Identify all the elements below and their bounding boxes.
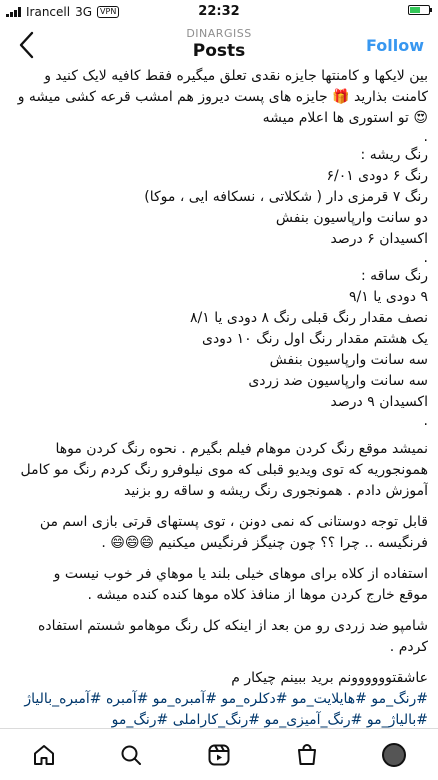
caption-line: کردم . — [389, 639, 428, 655]
caption-line: یک هشتم مقدار رنگ اول رنگ ۱۰ دودی — [201, 331, 428, 347]
caption-line: اکسیدان ۶ درصد — [330, 231, 428, 247]
hashtag-line[interactable]: #بالیاژ_مو #رنگ_آمیزی_مو #رنگ_کاراملی #ر… — [8, 710, 428, 729]
battery-level — [410, 7, 420, 13]
separator-dot: . — [423, 250, 428, 266]
caption-line: قابل توجه دوستانی که نمی دونن ، توی پسته… — [39, 514, 428, 530]
page-header: DINARGISS Posts Follow — [0, 24, 438, 66]
stem-section-title: رنگ ساقه : — [361, 268, 428, 284]
caption-line: همونجوریه که توی ویدیو قبلی که موی نیلوف… — [20, 462, 428, 478]
hashtag-line[interactable]: #رنگ_مو #هایلایت_مو #دکلره_مو #آمبره_مو … — [8, 689, 428, 710]
nav-search[interactable] — [111, 735, 151, 775]
bottom-nav — [0, 728, 438, 780]
caption-line: سه سانت وارپاسیون ضد زردی — [248, 373, 428, 389]
caption-line: رنگ ۶ دودی ۶/۰۱ — [326, 168, 428, 184]
nav-reels[interactable] — [199, 735, 239, 775]
nav-shop[interactable] — [287, 735, 327, 775]
caption-line: استفاده از کلاه برای موهای خیلی بلند یا … — [53, 566, 428, 582]
search-icon — [121, 745, 142, 765]
caption-line: نصف مقدار رنگ قبلی رنگ ۸ دودی یا ۸/۱ — [190, 310, 428, 326]
caption-line: ۹ دودی یا ۹/۱ — [349, 289, 428, 305]
profile-avatar — [382, 742, 407, 767]
caption-line: آموزش دادم . همونجوری رنگ ریشه و ساقه رو… — [123, 483, 428, 499]
status-time: 22:32 — [198, 4, 240, 19]
caption-line: موقع خارج کردن موها از منافذ کلاه موها ک… — [87, 587, 428, 603]
shop-icon — [297, 743, 316, 765]
root-section-title: رنگ ریشه : — [360, 147, 428, 163]
status-bar: Irancell 3G VPN 22:32 — [0, 0, 438, 24]
caption-line: 😍 تو استوری ها اعلام میشه — [262, 110, 428, 126]
caption-line: رنگ ۷ قرمزی دار ( شکلاتی ، نسکافه ایی ، … — [144, 189, 428, 205]
caption-line: شامپو ضد زردی رو من بعد از اینکه کل رنگ … — [38, 618, 428, 634]
caption-closing: عاشقتوووووونم برید ببینم چیکار م — [231, 670, 428, 686]
nav-home[interactable] — [24, 735, 64, 775]
separator-dot: . — [423, 129, 428, 145]
status-right — [408, 5, 432, 15]
follow-button[interactable]: Follow — [366, 36, 424, 55]
caption-line: نمیشد موقع رنگ کردن موهام فیلم بگیرم . ن… — [55, 441, 428, 457]
caption-line: سه سانت وارپاسیون بنفش — [269, 352, 428, 368]
home-icon — [33, 744, 54, 765]
separator-dot: . — [423, 413, 428, 429]
reels-icon — [208, 744, 230, 765]
battery-icon — [408, 5, 432, 15]
caption-line: کامنت بذارید 🎁 جایزه های پست دیروز هم ام… — [17, 89, 428, 105]
caption-line: فرنگیسه .. چرا ؟؟ چون چنیگز فرنگیس میکنی… — [101, 535, 428, 551]
caption-line: دو سانت وارپاسیون بنفش — [275, 210, 428, 226]
nav-profile[interactable] — [374, 735, 414, 775]
post-caption: بین لایکها و کامنتها جایزه نقدی تعلق میگ… — [8, 66, 428, 729]
caption-line: بین لایکها و کامنتها جایزه نقدی تعلق میگ… — [44, 68, 428, 84]
caption-line: اکسیدان ۹ درصد — [330, 394, 428, 410]
